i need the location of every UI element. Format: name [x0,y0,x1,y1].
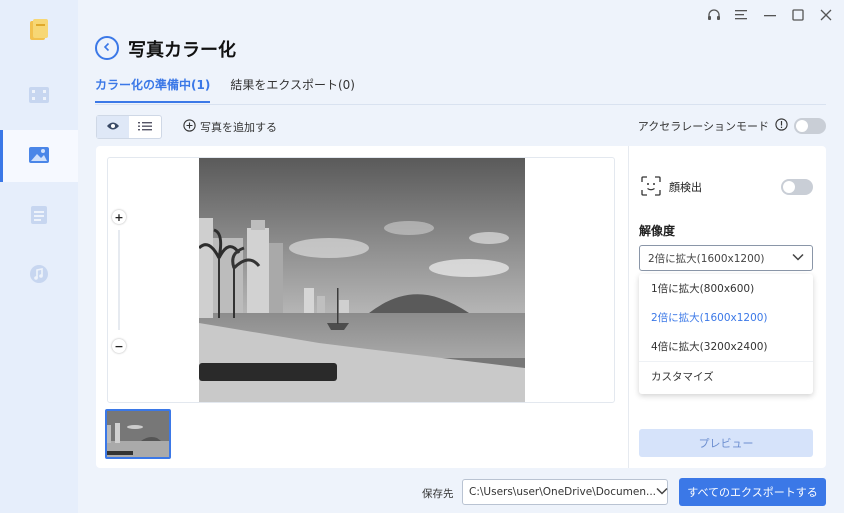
resolution-option-custom[interactable]: カスタマイズ [639,361,813,390]
resolution-option[interactable]: 1倍に拡大(800x600) [639,274,813,303]
sidebar [0,0,78,513]
acceleration-toggle[interactable] [794,118,826,134]
resolution-selected-value: 2倍に拡大(1600x1200) [648,252,765,265]
tab-bar: カラー化の準備中(1) 結果をエクスポート(0) [95,76,355,103]
sidebar-item-document[interactable] [0,190,78,242]
list-icon [138,120,152,134]
preview-view-button[interactable] [97,116,129,138]
back-button[interactable] [95,36,119,60]
sidebar-item-audio[interactable] [0,249,78,301]
eye-icon [106,120,120,134]
plus-circle-icon [183,119,196,135]
face-scan-icon [641,175,661,199]
face-detection-row: 顔検出 [641,175,813,199]
app-logo-icon [28,18,50,42]
face-detection-label: 顔検出 [669,181,702,194]
resolution-option[interactable]: 4倍に拡大(3200x2400) [639,332,813,361]
music-icon [29,264,49,287]
zoom-out-button[interactable]: − [112,339,126,353]
minimize-icon[interactable] [762,6,778,24]
resolution-select[interactable]: 2倍に拡大(1600x1200) [639,245,813,271]
view-toggle [96,115,162,139]
window-controls [706,6,834,24]
close-icon[interactable] [818,6,834,24]
zoom-in-button[interactable]: + [112,210,126,224]
add-photo-button[interactable]: 写真を追加する [183,119,277,135]
panel-divider [628,146,629,468]
add-photo-label: 写真を追加する [200,121,277,134]
page-title: 写真カラー化 [128,40,236,61]
zoom-slider[interactable] [118,230,120,330]
photo-image [199,158,525,402]
film-icon [28,86,50,107]
face-detection-toggle[interactable] [781,179,813,195]
save-path-value: C:\Users\user\OneDrive\Documen... [469,486,656,498]
maximize-icon[interactable] [790,6,806,24]
resolution-dropdown: 1倍に拡大(800x600) 2倍に拡大(1600x1200) 4倍に拡大(32… [639,274,813,394]
save-path-select[interactable]: C:\Users\user\OneDrive\Documen... [462,479,668,505]
chevron-left-icon [102,41,112,55]
export-all-button[interactable]: すべてのエクスポートする [679,478,826,506]
tab-preparing[interactable]: カラー化の準備中(1) [95,76,211,103]
chevron-down-icon [792,252,804,264]
resolution-label: 解像度 [639,224,676,238]
tab-export-results[interactable]: 結果をエクスポート(0) [230,76,355,103]
info-icon[interactable] [775,118,788,134]
menu-icon[interactable] [734,6,750,24]
photo-preview-area: + − [107,157,615,403]
acceleration-mode: アクセラレーションモード [638,118,826,134]
main-card: + − 顔検出 解像度 2倍に拡大(1600x1200) 1倍に拡大(800x6… [96,146,826,468]
preview-button[interactable]: プレビュー [639,429,813,457]
settings-panel: 顔検出 解像度 2倍に拡大(1600x1200) 1倍に拡大(800x600) … [639,146,817,468]
chevron-down-icon [656,486,668,498]
image-icon [28,146,50,167]
save-location-label: 保存先 [422,488,454,500]
acceleration-label: アクセラレーションモード [637,120,769,133]
tab-divider [95,104,826,105]
list-view-button[interactable] [129,116,161,138]
headset-icon[interactable] [706,6,722,24]
sidebar-item-photo[interactable] [0,130,78,182]
sidebar-item-video[interactable] [0,70,78,122]
photo-thumbnail[interactable] [105,409,171,459]
document-icon [30,205,48,228]
resolution-option[interactable]: 2倍に拡大(1600x1200) [639,303,813,332]
